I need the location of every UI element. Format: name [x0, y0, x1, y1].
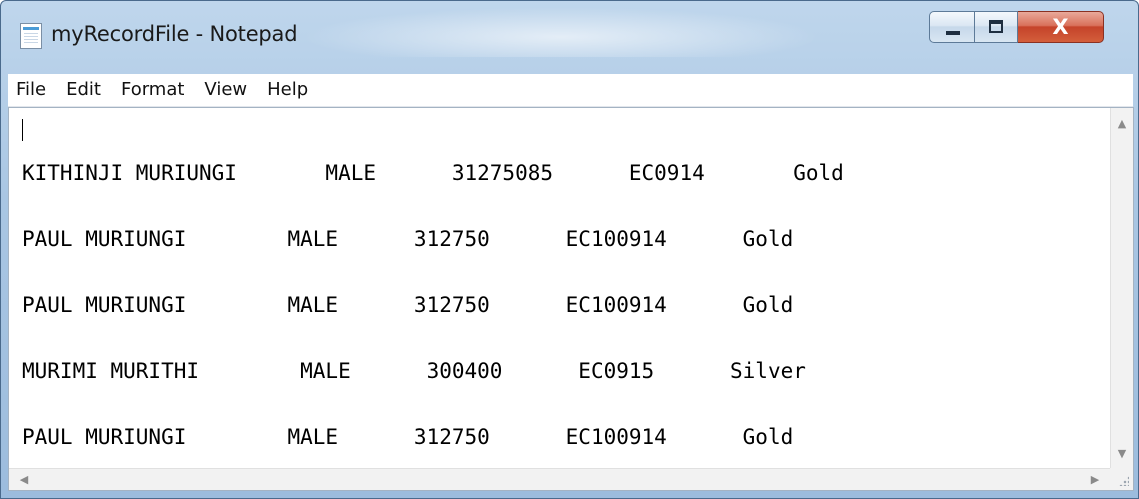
menu-bar: File Edit Format View Help: [8, 74, 1133, 107]
notepad-window: myRecordFile - Notepad X File Edit Forma…: [0, 0, 1139, 499]
scroll-up-icon[interactable]: ▲: [1111, 112, 1133, 134]
menu-view[interactable]: View: [194, 74, 257, 106]
title-bar-glow: [301, 7, 821, 57]
horizontal-scrollbar[interactable]: ◀ ▶: [9, 468, 1110, 490]
scroll-left-icon[interactable]: ◀: [13, 469, 35, 490]
window-title: myRecordFile - Notepad: [51, 22, 298, 46]
menu-format[interactable]: Format: [111, 74, 194, 106]
menu-help[interactable]: Help: [257, 74, 318, 106]
caption-buttons: X: [929, 11, 1104, 45]
menu-edit[interactable]: Edit: [56, 74, 111, 106]
text-line: MURIMI MURITHI MALE 300400 EC0915 Silver: [22, 359, 806, 383]
close-button[interactable]: X: [1018, 11, 1104, 43]
vertical-scrollbar[interactable]: ▲ ▼: [1110, 108, 1133, 468]
scroll-down-icon[interactable]: ▼: [1111, 442, 1133, 464]
maximize-icon: [989, 20, 1003, 33]
menu-file[interactable]: File: [8, 74, 56, 106]
title-bar[interactable]: myRecordFile - Notepad X: [1, 1, 1138, 69]
text-caret: [22, 119, 23, 141]
text-editor[interactable]: KITHINJI MURIUNGI MALE 31275085 EC0914 G…: [9, 108, 1110, 468]
editor-area: KITHINJI MURIUNGI MALE 31275085 EC0914 G…: [8, 107, 1134, 491]
minimize-icon: [946, 31, 960, 35]
text-line: PAUL MURIUNGI MALE 312750 EC100914 Gold: [22, 425, 794, 449]
text-line: PAUL MURIUNGI MALE 312750 EC100914 Gold: [22, 227, 794, 251]
close-icon: X: [1052, 15, 1069, 39]
resize-grip-icon[interactable]: [1110, 468, 1133, 490]
notepad-icon[interactable]: [20, 23, 42, 49]
text-line: KITHINJI MURIUNGI MALE 31275085 EC0914 G…: [22, 161, 844, 185]
text-line: PAUL MURIUNGI MALE 312750 EC100914 Gold: [22, 293, 794, 317]
minimize-button[interactable]: [929, 11, 975, 43]
scroll-right-icon[interactable]: ▶: [1084, 469, 1106, 490]
maximize-button[interactable]: [975, 11, 1018, 43]
